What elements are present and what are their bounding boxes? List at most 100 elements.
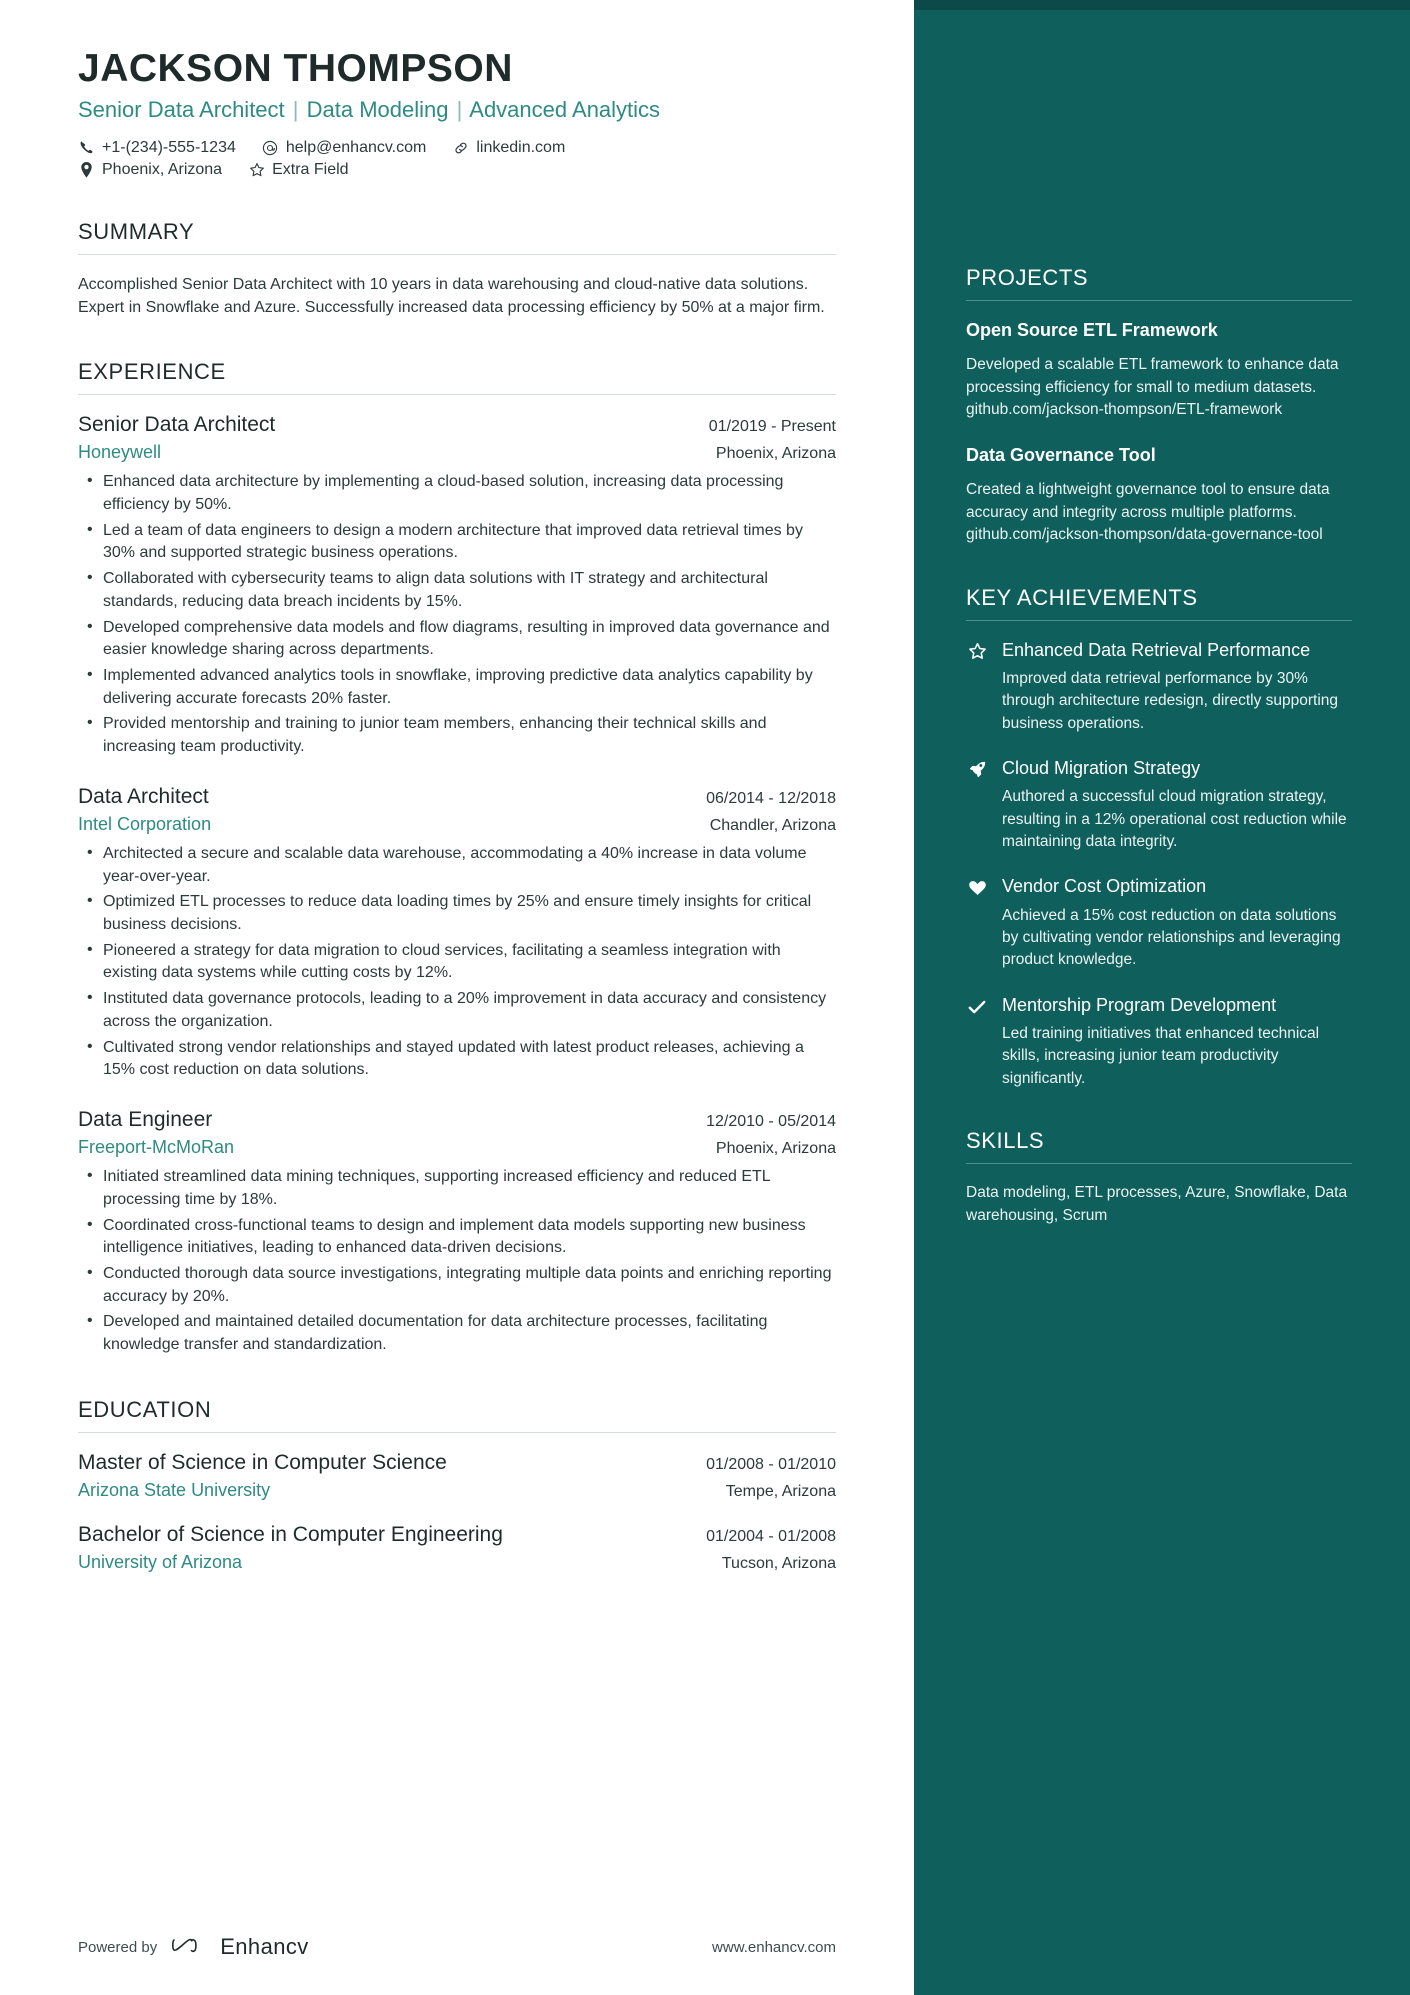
experience-entry-header: Data Engineer 12/2010 - 05/2014 — [78, 1108, 836, 1132]
achievement-description: Achieved a 15% cost reduction on data so… — [1002, 906, 1341, 969]
section-experience: EXPERIENCE Senior Data Architect 01/2019… — [78, 359, 836, 1357]
section-projects: PROJECTS Open Source ETL Framework Devel… — [966, 265, 1352, 547]
contact-linkedin-text: linkedin.com — [476, 138, 566, 156]
page-footer: Powered by Enhancv www.enhancv.com — [0, 1899, 914, 1995]
contact-row-secondary: Phoenix, Arizona Extra Field — [78, 161, 836, 179]
section-title-projects: PROJECTS — [966, 265, 1352, 301]
resume-page: JACKSON THOMPSON Senior Data Architect |… — [0, 0, 1410, 1995]
contact-extra-field-text: Extra Field — [272, 160, 349, 178]
job-bullets: Initiated streamlined data mining techni… — [78, 1165, 836, 1357]
phone-icon — [78, 139, 95, 156]
achievement-title: Vendor Cost Optimization — [1002, 876, 1207, 897]
page-title: JACKSON THOMPSON — [78, 47, 513, 90]
achievement-body: Cloud Migration Strategy Authored a succ… — [1002, 757, 1352, 853]
headline-part-2: Data Modeling — [306, 96, 449, 122]
resume-sidebar: PROJECTS Open Source ETL Framework Devel… — [914, 0, 1410, 1995]
job-bullet: Optimized ETL processes to reduce data l… — [78, 890, 836, 936]
job-position: Senior Data Architect — [78, 413, 276, 437]
education-entry-header: Bachelor of Science in Computer Engineer… — [78, 1523, 836, 1547]
education-date: 01/2008 - 01/2010 — [706, 1455, 836, 1473]
contact-phone: +1-(234)-555-1234 — [78, 139, 236, 157]
job-location: Chandler, Arizona — [709, 816, 836, 834]
achievement-entry: Enhanced Data Retrieval Performance Impr… — [966, 639, 1352, 735]
achievement-title: Cloud Migration Strategy — [1002, 758, 1201, 779]
job-company: Intel Corporation — [78, 813, 212, 834]
education-location: Tucson, Arizona — [721, 1554, 836, 1572]
section-key-achievements: KEY ACHIEVEMENTS Enhanced Data Retrieval… — [966, 585, 1352, 1091]
contact-row-primary: +1-(234)-555-1234 help@enhancv.com linke… — [78, 139, 836, 157]
job-location: Phoenix, Arizona — [715, 445, 836, 463]
education-school: Arizona State University — [78, 1479, 271, 1500]
education-date: 01/2004 - 01/2008 — [706, 1527, 836, 1545]
contact-extra-field: Extra Field — [248, 160, 349, 179]
job-position: Data Architect — [78, 784, 209, 808]
project-description: Developed a scalable ETL framework to en… — [966, 356, 1339, 419]
section-summary: SUMMARY Accomplished Senior Data Archite… — [78, 219, 836, 319]
check-icon — [966, 994, 988, 1090]
project-description: Created a lightweight governance tool to… — [966, 481, 1330, 544]
education-degree: Master of Science in Computer Science — [78, 1450, 447, 1474]
professional-headline: Senior Data Architect | Data Modeling | … — [78, 97, 836, 123]
achievement-title: Enhanced Data Retrieval Performance — [1002, 639, 1311, 660]
headline-part-1: Senior Data Architect — [78, 96, 285, 122]
contact-phone-text: +1-(234)-555-1234 — [102, 138, 236, 156]
contact-location: Phoenix, Arizona — [78, 161, 222, 179]
contact-location-text: Phoenix, Arizona — [102, 160, 223, 178]
experience-entry-header: Senior Data Architect 01/2019 - Present — [78, 413, 836, 437]
contact-email-text: help@enhancv.com — [285, 138, 427, 156]
job-date: 06/2014 - 12/2018 — [706, 789, 836, 807]
experience-entry-subheader: Freeport-McMoRan Phoenix, Arizona — [78, 1137, 836, 1158]
rocket-icon — [966, 757, 988, 853]
project-name: Open Source ETL Framework — [966, 320, 1218, 340]
job-bullet: Collaborated with cybersecurity teams to… — [78, 567, 836, 613]
email-icon — [262, 139, 279, 156]
experience-entry-subheader: Honeywell Phoenix, Arizona — [78, 442, 836, 463]
enhancv-wordmark: Enhancv — [220, 1934, 309, 1959]
education-degree: Bachelor of Science in Computer Engineer… — [78, 1522, 503, 1546]
contact-linkedin: linkedin.com — [452, 139, 565, 157]
skills-text: Data modeling, ETL processes, Azure, Sno… — [966, 1184, 1348, 1224]
achievement-entry: Cloud Migration Strategy Authored a succ… — [966, 757, 1352, 853]
job-company: Freeport-McMoRan — [78, 1137, 235, 1158]
job-location: Phoenix, Arizona — [715, 1140, 836, 1158]
summary-text: Accomplished Senior Data Architect with … — [78, 275, 825, 317]
enhancv-mark-icon — [171, 1934, 211, 1960]
project-name: Data Governance Tool — [966, 444, 1156, 465]
job-bullet: Cultivated strong vendor relationships a… — [78, 1036, 836, 1082]
job-bullet: Implemented advanced analytics tools in … — [78, 664, 836, 710]
education-entry-header: Master of Science in Computer Science 01… — [78, 1451, 836, 1475]
sidebar-top-accent-bar — [914, 0, 1410, 10]
achievement-entry: Vendor Cost Optimization Achieved a 15% … — [966, 875, 1352, 971]
contact-email: help@enhancv.com — [262, 139, 426, 157]
link-icon — [452, 139, 469, 156]
achievement-body: Mentorship Program Development Led train… — [1002, 994, 1352, 1090]
section-title-summary: SUMMARY — [78, 219, 836, 255]
job-bullet: Pioneered a strategy for data migration … — [78, 939, 836, 985]
experience-entry: Senior Data Architect 01/2019 - Present … — [78, 413, 836, 759]
headline-separator: | — [292, 96, 299, 122]
star-outline-icon — [966, 639, 988, 735]
project-entry: Open Source ETL Framework Developed a sc… — [966, 319, 1352, 422]
achievement-title: Mentorship Program Development — [1002, 994, 1277, 1015]
job-bullet: Developed comprehensive data models and … — [78, 616, 836, 662]
job-date: 12/2010 - 05/2014 — [706, 1113, 836, 1131]
achievement-body: Vendor Cost Optimization Achieved a 15% … — [1002, 875, 1352, 971]
job-bullet: Instituted data governance protocols, le… — [78, 987, 836, 1033]
header-block: JACKSON THOMPSON Senior Data Architect |… — [78, 47, 836, 179]
job-bullet: Provided mentorship and training to juni… — [78, 712, 836, 758]
headline-separator: | — [456, 96, 463, 122]
experience-entry: Data Architect 06/2014 - 12/2018 Intel C… — [78, 785, 836, 1082]
achievement-entry: Mentorship Program Development Led train… — [966, 994, 1352, 1090]
achievement-description: Authored a successful cloud migration st… — [1002, 788, 1347, 850]
achievement-description: Led training initiatives that enhanced t… — [1002, 1024, 1320, 1087]
education-entry: Bachelor of Science in Computer Engineer… — [78, 1523, 836, 1573]
section-skills: SKILLS Data modeling, ETL processes, Azu… — [966, 1128, 1352, 1227]
job-date: 01/2019 - Present — [708, 418, 836, 436]
job-bullet: Enhanced data architecture by implementi… — [78, 470, 836, 516]
education-school: University of Arizona — [78, 1551, 243, 1572]
enhancv-logo: Enhancv — [171, 1934, 308, 1960]
education-entry-subheader: University of Arizona Tucson, Arizona — [78, 1552, 836, 1573]
resume-main-column: JACKSON THOMPSON Senior Data Architect |… — [0, 0, 914, 1995]
section-title-skills: SKILLS — [966, 1128, 1352, 1165]
achievement-description: Improved data retrieval performance by 3… — [1002, 669, 1339, 732]
